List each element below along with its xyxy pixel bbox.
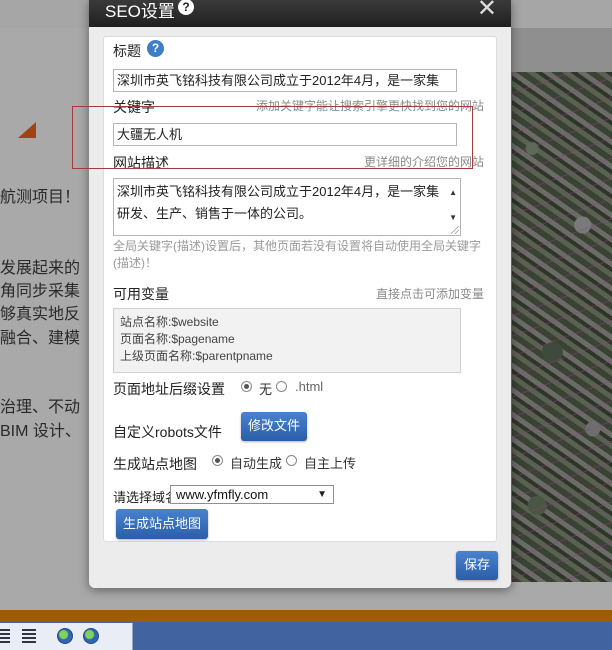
chevron-down-icon: ▼ bbox=[317, 489, 327, 500]
robots-label: 自定义robots文件 bbox=[113, 424, 222, 440]
background-text-line: BIM 设计、 bbox=[0, 423, 81, 440]
variables-box: 站点名称:$website 页面名称:$pagename 上级页面名称:$par… bbox=[113, 308, 461, 373]
domain-label: 请选择域名 bbox=[113, 490, 179, 505]
sitemap-auto-radio[interactable] bbox=[212, 455, 223, 466]
description-label: 网站描述 bbox=[113, 155, 169, 171]
background-text-line: 融合、建模 bbox=[0, 330, 81, 347]
description-hint: 更详细的介绍您的网站 bbox=[363, 155, 484, 169]
globe-icon[interactable] bbox=[83, 628, 99, 644]
suffix-html-label[interactable]: .html bbox=[295, 379, 323, 394]
seo-form-panel: 标题 ? 深圳市英飞铭科技有限公司成立于2012年4月，是一家集 关键字 添加关… bbox=[103, 36, 497, 542]
variable-item[interactable]: 上级页面名称:$parentpname bbox=[120, 348, 454, 365]
keywords-input[interactable]: 大疆无人机 bbox=[113, 123, 457, 146]
background-text-line: 发展起来的 bbox=[0, 260, 81, 277]
variables-hint: 直接点击可添加变量 bbox=[375, 287, 484, 301]
variable-item[interactable]: 页面名称:$pagename bbox=[120, 331, 454, 348]
background-text-line: 航测项目！ bbox=[0, 189, 81, 206]
editor-toolbar bbox=[0, 623, 133, 650]
description-textarea[interactable]: 深圳市英飞铭科技有限公司成立于2012年4月，是一家集研发、生产、销售于一体的公… bbox=[113, 178, 461, 236]
url-suffix-label: 页面地址后缀设置 bbox=[113, 381, 225, 397]
close-icon[interactable]: ✕ bbox=[477, 0, 497, 23]
resize-grip-icon[interactable] bbox=[451, 226, 459, 234]
background-header-right bbox=[511, 28, 612, 72]
seo-settings-dialog: SEO设置 ? ✕ 标题 ? 深圳市英飞铭科技有限公司成立于2012年4月，是一… bbox=[89, 0, 511, 588]
title-input[interactable]: 深圳市英飞铭科技有限公司成立于2012年4月，是一家集 bbox=[113, 69, 457, 92]
sitemap-upload-label[interactable]: 自主上传 bbox=[304, 453, 356, 472]
keywords-hint: 添加关键字能让搜索引擎更快找到您的网站 bbox=[255, 99, 484, 113]
dialog-title: SEO设置 bbox=[105, 2, 175, 21]
background-text-line: 治理、不动 bbox=[0, 399, 81, 416]
background-orange-bar bbox=[0, 610, 612, 622]
background-arrow-icon bbox=[18, 122, 36, 138]
background-aerial-photo bbox=[511, 72, 612, 582]
global-keywords-note: 全局关键字(描述)设置后，其他页面若没有设置将自动使用全局关键字(描述)！ bbox=[113, 239, 481, 270]
scroll-up-icon[interactable]: ▲ bbox=[449, 182, 457, 204]
sitemap-label: 生成站点地图 bbox=[113, 456, 197, 472]
title-label: 标题 bbox=[113, 43, 141, 59]
dialog-title-bar: SEO设置 ? ✕ bbox=[89, 0, 511, 27]
keywords-label: 关键字 bbox=[113, 99, 155, 115]
help-icon[interactable]: ? bbox=[178, 0, 194, 15]
save-button[interactable]: 保存 bbox=[456, 551, 498, 580]
sitemap-auto-label[interactable]: 自动生成 bbox=[230, 453, 282, 472]
justify-lines-icon[interactable] bbox=[22, 629, 36, 643]
background-text-line: 角同步采集 bbox=[0, 283, 81, 300]
suffix-html-radio[interactable] bbox=[276, 381, 287, 392]
domain-select[interactable]: www.yfmfly.com ▼ bbox=[170, 485, 334, 504]
suffix-none-radio[interactable] bbox=[241, 381, 252, 392]
variables-label: 可用变量 bbox=[113, 286, 169, 302]
domain-select-value: www.yfmfly.com bbox=[176, 487, 269, 502]
variable-item[interactable]: 站点名称:$website bbox=[120, 314, 454, 331]
description-text: 深圳市英飞铭科技有限公司成立于2012年4月，是一家集研发、生产、销售于一体的公… bbox=[117, 184, 440, 221]
globe-icon[interactable] bbox=[57, 628, 73, 644]
generate-sitemap-button[interactable]: 生成站点地图 bbox=[116, 509, 208, 539]
background-text-line: 够真实地反 bbox=[0, 306, 81, 323]
title-help-icon[interactable]: ? bbox=[147, 40, 164, 57]
sitemap-upload-radio[interactable] bbox=[286, 455, 297, 466]
edit-robots-button[interactable]: 修改文件 bbox=[241, 412, 307, 441]
align-lines-icon[interactable] bbox=[0, 629, 10, 643]
suffix-none-label[interactable]: 无 bbox=[259, 379, 272, 398]
